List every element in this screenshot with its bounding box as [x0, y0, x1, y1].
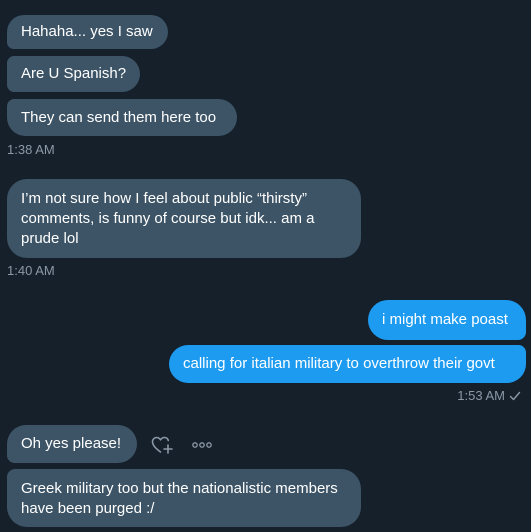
add-reaction-heart-icon[interactable] [150, 434, 174, 456]
sent-message[interactable]: i might make poast [368, 300, 526, 340]
received-message[interactable]: Greek military too but the nationalistic… [7, 469, 361, 527]
sent-message[interactable]: calling for italian military to overthro… [169, 345, 526, 383]
message-timestamp: 1:38 AM [7, 142, 55, 157]
message-text: Are U Spanish? [21, 65, 127, 82]
message-text: Greek military too but the nationalistic… [21, 480, 338, 517]
message-text: I’m not sure how I feel about public “th… [21, 190, 315, 247]
received-message[interactable]: They can send them here too [7, 99, 237, 136]
received-message[interactable]: I’m not sure how I feel about public “th… [7, 179, 361, 258]
sent-status: 1:53 AM [457, 388, 521, 404]
message-timestamp: 1:40 AM [7, 263, 55, 278]
more-dots-icon[interactable] [191, 437, 213, 453]
received-message[interactable]: Oh yes please! [7, 425, 137, 463]
received-message[interactable]: Hahaha... yes I saw [7, 15, 168, 49]
message-text: calling for italian military to overthro… [183, 355, 495, 372]
message-timestamp: 1:53 AM [457, 388, 505, 403]
message-text: They can send them here too [21, 108, 217, 126]
check-icon [509, 390, 521, 402]
message-text: Oh yes please! [21, 435, 122, 452]
message-text: i might make poast [382, 311, 508, 328]
received-message[interactable]: Are U Spanish? [7, 56, 140, 92]
message-text: Hahaha... yes I saw [21, 23, 153, 40]
